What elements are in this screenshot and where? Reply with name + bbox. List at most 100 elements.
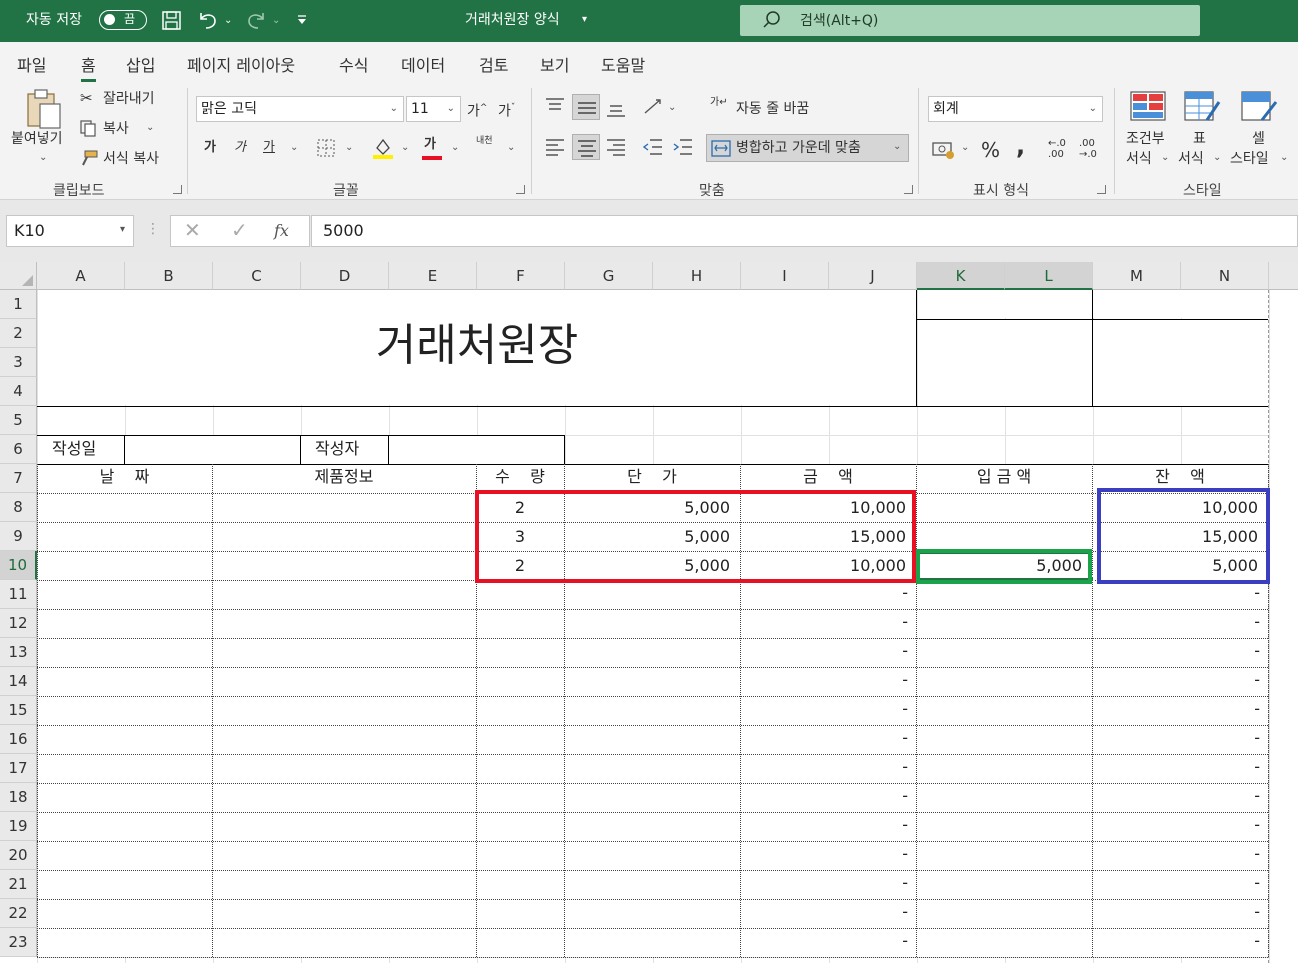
amount-empty-cell[interactable]: - bbox=[740, 670, 908, 690]
tab-file[interactable]: 파일 bbox=[17, 52, 46, 76]
row-header-17[interactable]: 17 bbox=[0, 754, 37, 783]
merge-center-button[interactable]: 병합하고 가운데 맞춤 ⌄ bbox=[706, 134, 909, 162]
paste-button[interactable]: 붙여넣기 bbox=[11, 130, 63, 148]
conditional-formatting-label1[interactable]: 조건부 bbox=[1126, 130, 1165, 148]
tab-help[interactable]: 도움말 bbox=[601, 52, 645, 76]
balance-empty-cell[interactable]: - bbox=[1092, 641, 1260, 661]
amount-empty-cell[interactable]: - bbox=[740, 931, 908, 951]
column-header-a[interactable]: A bbox=[37, 262, 125, 290]
align-center-button[interactable] bbox=[572, 134, 600, 160]
row-header-16[interactable]: 16 bbox=[0, 725, 37, 754]
format-table-label2[interactable]: 서식 bbox=[1178, 150, 1204, 168]
amount-empty-cell[interactable]: - bbox=[740, 815, 908, 835]
format-table-dropdown-icon[interactable]: ⌄ bbox=[1213, 152, 1221, 163]
name-box-dropdown-icon[interactable]: ▾ bbox=[120, 216, 125, 244]
amount-empty-cell[interactable]: - bbox=[740, 612, 908, 632]
amount-empty-cell[interactable]: - bbox=[740, 641, 908, 661]
price-cell[interactable]: 5,000 bbox=[564, 556, 730, 576]
percent-button[interactable]: % bbox=[981, 138, 1000, 162]
row-header-3[interactable]: 3 bbox=[0, 348, 37, 377]
amount-empty-cell[interactable]: - bbox=[740, 757, 908, 777]
name-box[interactable]: K10 ▾ bbox=[6, 215, 134, 247]
fill-handle[interactable] bbox=[1088, 576, 1094, 582]
balance-empty-cell[interactable]: - bbox=[1092, 699, 1260, 719]
paste-dropdown-icon[interactable]: ⌄ bbox=[39, 152, 47, 163]
balance-empty-cell[interactable]: - bbox=[1092, 757, 1260, 777]
font-launcher-icon[interactable] bbox=[516, 185, 525, 194]
row-header-19[interactable]: 19 bbox=[0, 812, 37, 841]
tab-view[interactable]: 보기 bbox=[540, 52, 569, 76]
row-header-13[interactable]: 13 bbox=[0, 638, 37, 667]
column-header-c[interactable]: C bbox=[213, 262, 301, 290]
font-color-button[interactable]: 가 bbox=[424, 136, 436, 154]
tab-data[interactable]: 데이터 bbox=[401, 52, 445, 76]
deposit-cell[interactable]: 5,000 bbox=[916, 556, 1082, 576]
align-bottom-icon[interactable] bbox=[605, 100, 627, 118]
row-header-21[interactable]: 21 bbox=[0, 870, 37, 899]
search-box[interactable]: 검색(Alt+Q) bbox=[740, 5, 1200, 36]
copy-dropdown-icon[interactable]: ⌄ bbox=[146, 122, 154, 133]
increase-decimal-icon[interactable]: ←.0.00 bbox=[1048, 138, 1066, 160]
amount-empty-cell[interactable]: - bbox=[740, 902, 908, 922]
cell-styles-label1[interactable]: 셀 bbox=[1252, 130, 1265, 148]
balance-empty-cell[interactable]: - bbox=[1092, 612, 1260, 632]
undo-icon[interactable] bbox=[196, 9, 220, 31]
row-header-22[interactable]: 22 bbox=[0, 899, 37, 928]
cancel-icon[interactable]: ✕ bbox=[184, 218, 201, 242]
balance-cell[interactable]: 10,000 bbox=[1092, 498, 1258, 518]
row-header-4[interactable]: 4 bbox=[0, 377, 37, 406]
row-header-7[interactable]: 7 bbox=[0, 464, 37, 493]
row-header-18[interactable]: 18 bbox=[0, 783, 37, 812]
format-as-table-icon[interactable] bbox=[1183, 90, 1221, 124]
amount-empty-cell[interactable]: - bbox=[740, 786, 908, 806]
column-header-f[interactable]: F bbox=[477, 262, 565, 290]
title-dropdown-icon[interactable]: ▾ bbox=[582, 10, 587, 30]
bold-button[interactable]: 가 bbox=[204, 139, 216, 157]
row-header-12[interactable]: 12 bbox=[0, 609, 37, 638]
decrease-indent-icon[interactable] bbox=[642, 138, 664, 156]
row-header-15[interactable]: 15 bbox=[0, 696, 37, 725]
row-header-2[interactable]: 2 bbox=[0, 319, 37, 348]
accounting-dropdown-icon[interactable]: ⌄ bbox=[961, 142, 969, 153]
phonetic-dropdown-icon[interactable]: ⌄ bbox=[507, 142, 515, 153]
balance-empty-cell[interactable]: - bbox=[1092, 786, 1260, 806]
alignment-launcher-icon[interactable] bbox=[904, 185, 913, 194]
decrease-font-icon[interactable]: 가ˇ bbox=[498, 99, 515, 121]
increase-indent-icon[interactable] bbox=[672, 138, 694, 156]
cell-styles-icon[interactable] bbox=[1240, 90, 1278, 124]
tab-formulas[interactable]: 수식 bbox=[339, 52, 368, 76]
increase-font-icon[interactable]: 가^ bbox=[467, 99, 487, 121]
row-header-5[interactable]: 5 bbox=[0, 406, 37, 435]
accounting-format-icon[interactable] bbox=[931, 140, 957, 160]
orientation-dropdown-icon[interactable]: ⌄ bbox=[668, 102, 676, 113]
column-header-k[interactable]: K bbox=[917, 262, 1005, 290]
balance-empty-cell[interactable]: - bbox=[1092, 815, 1260, 835]
price-cell[interactable]: 5,000 bbox=[564, 527, 730, 547]
enter-icon[interactable]: ✓ bbox=[231, 218, 248, 242]
balance-empty-cell[interactable]: - bbox=[1092, 873, 1260, 893]
qty-cell[interactable]: 2 bbox=[476, 556, 564, 576]
conditional-formatting-icon[interactable] bbox=[1129, 90, 1167, 124]
fill-color-dropdown-icon[interactable]: ⌄ bbox=[401, 142, 409, 153]
fill-color-icon[interactable] bbox=[372, 136, 394, 160]
row-header-9[interactable]: 9 bbox=[0, 522, 37, 551]
borders-dropdown-icon[interactable]: ⌄ bbox=[345, 142, 353, 153]
borders-icon[interactable] bbox=[316, 138, 336, 158]
phonetic-button[interactable]: 내천 bbox=[476, 136, 496, 146]
column-header-h[interactable]: H bbox=[653, 262, 741, 290]
column-header-b[interactable]: B bbox=[125, 262, 213, 290]
column-header-l[interactable]: L bbox=[1005, 262, 1093, 290]
column-header-i[interactable]: I bbox=[741, 262, 829, 290]
qty-cell[interactable]: 3 bbox=[476, 527, 564, 547]
row-header-8[interactable]: 8 bbox=[0, 493, 37, 522]
save-icon[interactable] bbox=[161, 10, 183, 32]
format-table-label1[interactable]: 표 bbox=[1193, 130, 1206, 148]
column-header-n[interactable]: N bbox=[1181, 262, 1269, 290]
row-header-20[interactable]: 20 bbox=[0, 841, 37, 870]
number-launcher-icon[interactable] bbox=[1097, 185, 1106, 194]
conditional-dropdown-icon[interactable]: ⌄ bbox=[1161, 152, 1169, 163]
row-header-1[interactable]: 1 bbox=[0, 290, 37, 319]
tab-page-layout[interactable]: 페이지 레이아웃 bbox=[187, 52, 295, 76]
column-header-m[interactable]: M bbox=[1093, 262, 1181, 290]
amount-empty-cell[interactable]: - bbox=[740, 583, 908, 603]
